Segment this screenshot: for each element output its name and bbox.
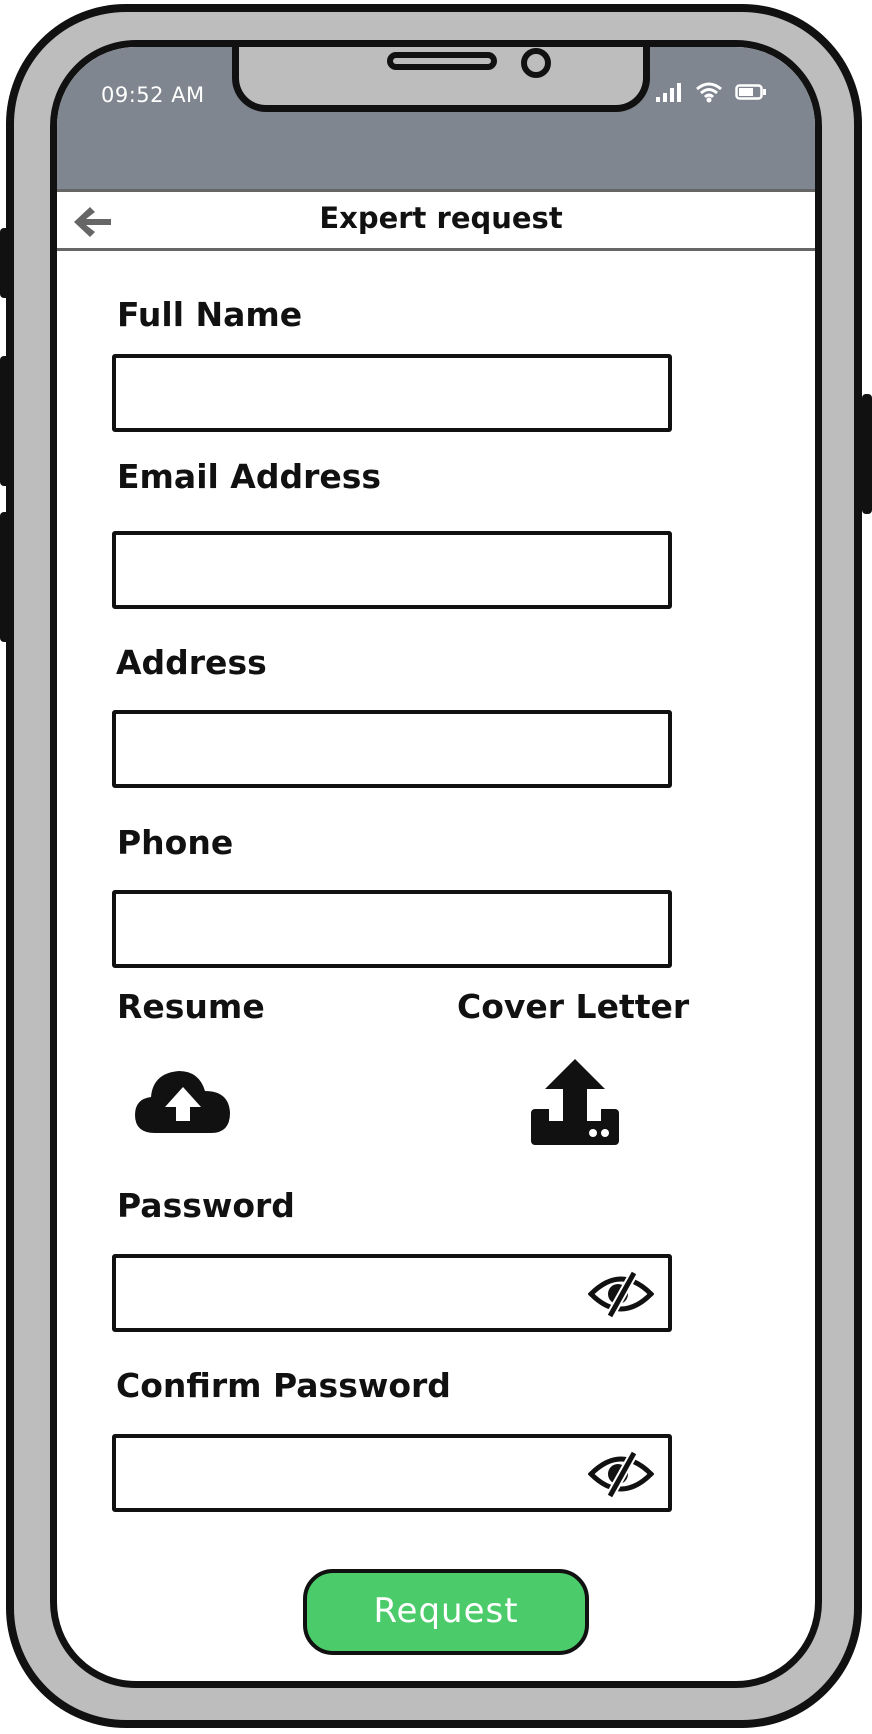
phone-field[interactable]	[112, 890, 672, 968]
status-bar: 09:52 AM	[57, 47, 815, 189]
address-field[interactable]	[112, 710, 672, 788]
confirm-password-field[interactable]	[112, 1434, 672, 1512]
address-label: Address	[116, 643, 267, 682]
email-field[interactable]	[112, 531, 672, 609]
password-label: Password	[117, 1186, 295, 1225]
battery-icon	[735, 82, 767, 106]
resume-label: Resume	[117, 987, 265, 1026]
side-button-left-3	[0, 512, 10, 642]
phone-screen: 09:52 AM Expert request Full Name Email …	[50, 40, 822, 1688]
app-header: Expert request	[57, 189, 815, 251]
eye-slash-icon[interactable]	[587, 1450, 655, 1502]
side-button-right	[862, 394, 872, 514]
signal-icon	[655, 81, 683, 107]
full-name-label: Full Name	[117, 295, 303, 334]
page-title: Expert request	[319, 201, 563, 235]
email-label: Email Address	[117, 457, 382, 496]
password-field[interactable]	[112, 1254, 672, 1332]
phone-label: Phone	[117, 823, 234, 862]
camera	[521, 48, 551, 78]
confirm-password-label: Confirm Password	[116, 1366, 451, 1405]
side-button-left-1	[0, 228, 10, 298]
status-icons	[655, 81, 767, 107]
cover-letter-label: Cover Letter	[457, 987, 690, 1026]
tray-upload-icon[interactable]	[529, 1057, 621, 1151]
status-time: 09:52 AM	[101, 83, 205, 107]
cloud-upload-icon[interactable]	[133, 1063, 233, 1139]
notch	[232, 47, 650, 112]
request-button[interactable]: Request	[303, 1569, 589, 1655]
eye-slash-icon[interactable]	[587, 1270, 655, 1322]
speaker	[387, 52, 497, 70]
wifi-icon	[695, 81, 723, 107]
full-name-field[interactable]	[112, 354, 672, 432]
side-button-left-2	[0, 356, 10, 486]
